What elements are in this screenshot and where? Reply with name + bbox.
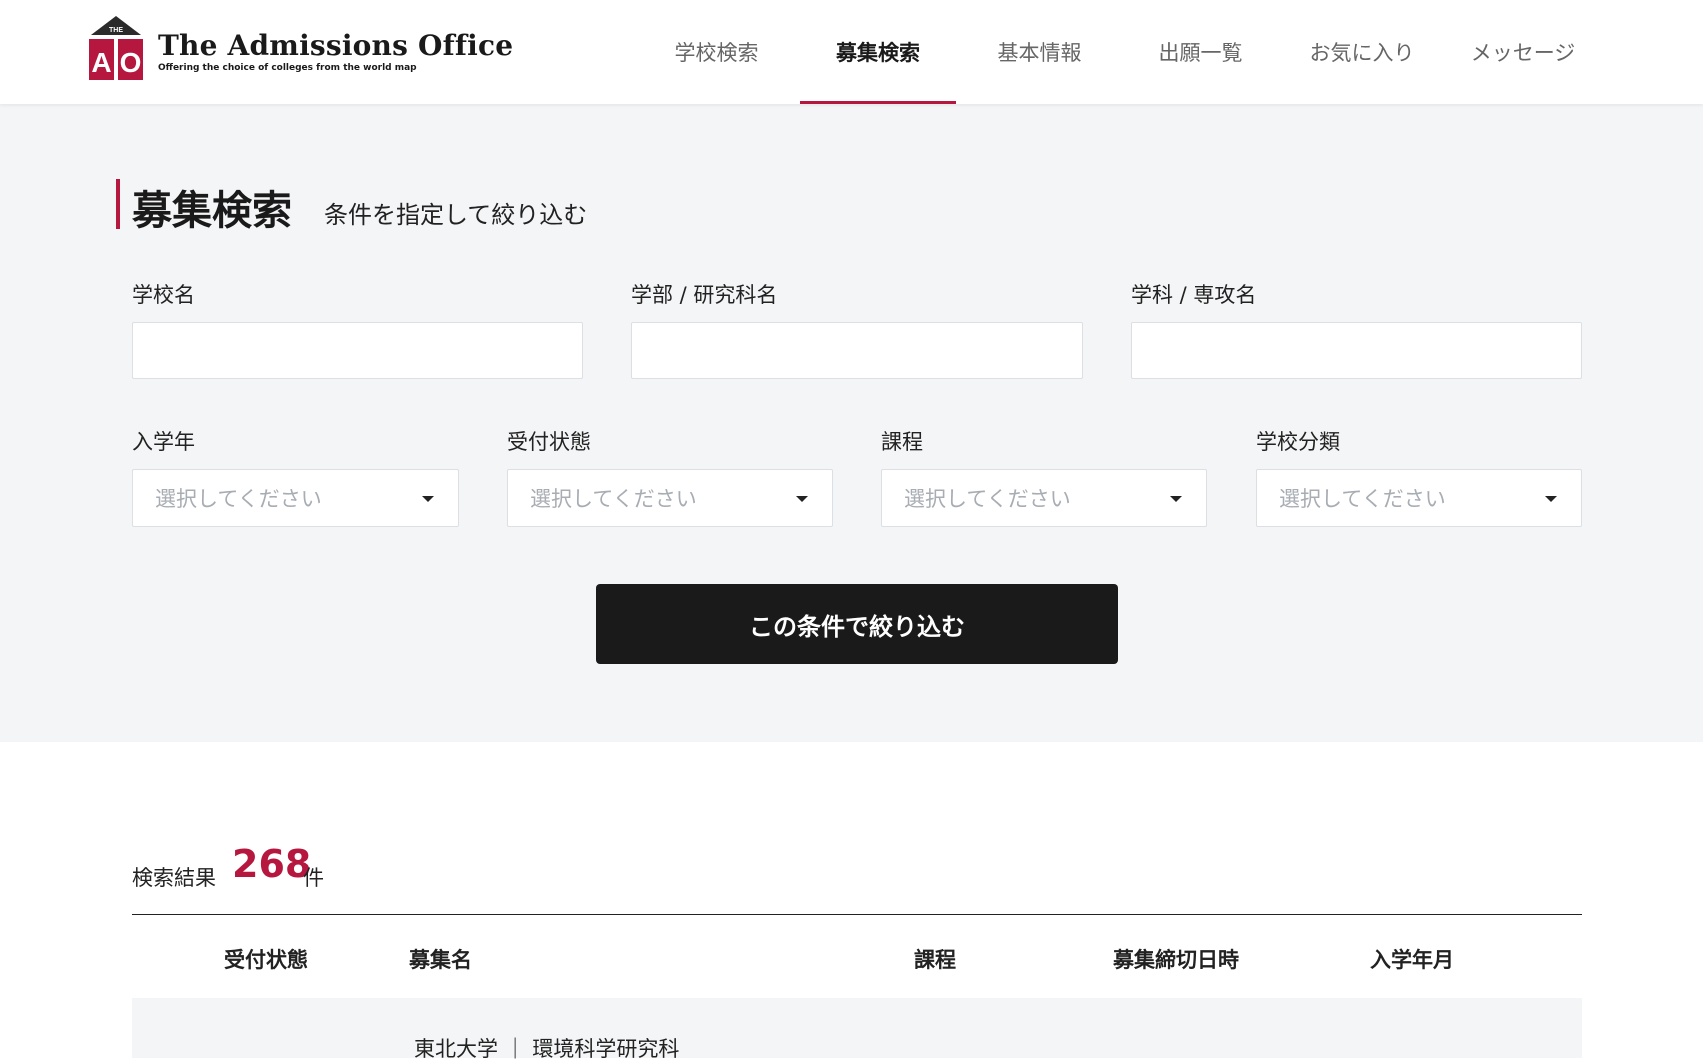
nav-school-search[interactable]: 学校検索: [660, 0, 773, 104]
faculty-name-label: 学部 / 研究科名: [631, 283, 778, 307]
column-header-course[interactable]: 課程: [914, 944, 956, 974]
nav-basic-info[interactable]: 基本情報: [983, 0, 1096, 104]
chevron-down-icon: [422, 496, 434, 502]
column-header-name[interactable]: 募集名: [409, 944, 472, 974]
column-header-status[interactable]: 受付状態: [224, 944, 308, 974]
nav-messages[interactable]: メッセージ: [1461, 0, 1585, 104]
enrollment-year-placeholder: 選択してください: [155, 487, 322, 511]
course-label: 課程: [881, 430, 923, 454]
svg-text:A: A: [91, 47, 111, 78]
enrollment-year-select[interactable]: 選択してください: [132, 469, 459, 527]
school-category-placeholder: 選択してください: [1279, 487, 1446, 511]
chevron-down-icon: [1545, 496, 1557, 502]
chevron-down-icon: [1170, 496, 1182, 502]
course-select[interactable]: 選択してください: [881, 469, 1207, 527]
result-divider: [132, 914, 1582, 915]
result-unit: 件: [303, 866, 324, 890]
chevron-down-icon: [796, 496, 808, 502]
column-header-deadline[interactable]: 募集締切日時: [1113, 944, 1239, 974]
site-logo[interactable]: THE A O The Admissions Office Offering t…: [88, 15, 513, 85]
site-header: THE A O The Admissions Office Offering t…: [0, 0, 1703, 104]
ao-logo-icon: THE A O: [89, 16, 143, 80]
logo-subtitle: Offering the choice of colleges from the…: [158, 63, 417, 73]
reception-status-placeholder: 選択してください: [530, 487, 697, 511]
nav-application-list[interactable]: 出願一覧: [1144, 0, 1257, 104]
enrollment-year-label: 入学年: [132, 430, 195, 454]
result-count: 268: [232, 842, 312, 886]
column-header-enrollment[interactable]: 入学年月: [1370, 944, 1454, 974]
page-title: 募集検索: [132, 188, 292, 234]
school-category-label: 学校分類: [1256, 430, 1340, 454]
logo-title: The Admissions Office: [158, 29, 514, 62]
nav-favorites[interactable]: お気に入り: [1299, 0, 1425, 104]
logo-mark-top: THE: [109, 27, 123, 34]
course-placeholder: 選択してください: [904, 487, 1071, 511]
school-name-label: 学校名: [132, 283, 195, 307]
reception-status-label: 受付状態: [507, 430, 591, 454]
nav-recruitment-search[interactable]: 募集検索: [800, 0, 956, 104]
filter-submit-button[interactable]: この条件で絞り込む: [596, 584, 1118, 664]
svg-text:O: O: [120, 47, 142, 78]
page-subtitle: 条件を指定して絞り込む: [324, 201, 588, 229]
school-name-input[interactable]: [132, 322, 583, 379]
department-name-input[interactable]: [1131, 322, 1582, 379]
reception-status-select[interactable]: 選択してください: [507, 469, 833, 527]
table-row[interactable]: [132, 998, 1582, 1058]
result-label: 検索結果: [132, 866, 216, 890]
row-recruitment-name[interactable]: 東北大学 ｜ 環境科学研究科: [414, 1033, 679, 1063]
title-accent-bar: [116, 179, 120, 229]
faculty-name-input[interactable]: [631, 322, 1083, 379]
school-category-select[interactable]: 選択してください: [1256, 469, 1582, 527]
department-name-label: 学科 / 専攻名: [1131, 283, 1257, 307]
